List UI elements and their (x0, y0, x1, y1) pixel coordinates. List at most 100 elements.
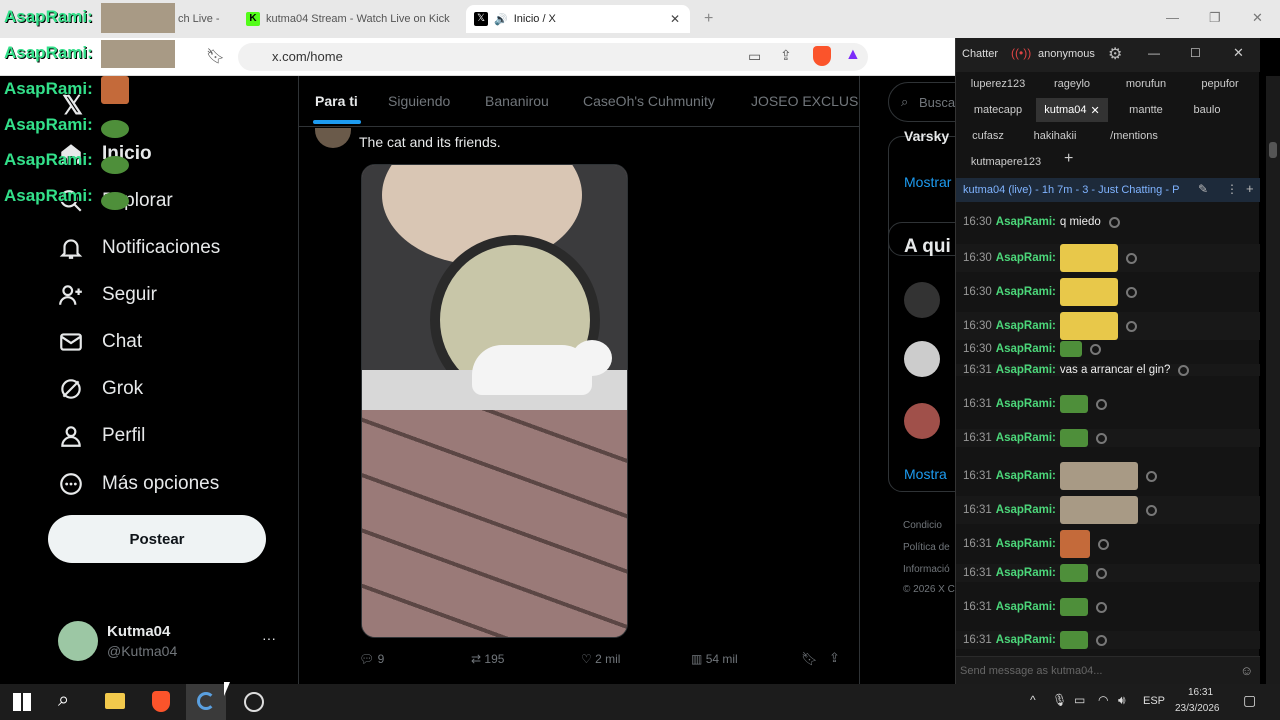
retweet-action[interactable]: ⇄ 195 (471, 652, 504, 666)
tweet-media[interactable] (361, 164, 628, 638)
message-username[interactable]: AsapRami: (996, 601, 1056, 613)
chatterino-taskbar-item[interactable] (186, 684, 226, 720)
reply-icon[interactable] (1108, 216, 1120, 228)
message-username[interactable]: AsapRami: (996, 504, 1056, 516)
footer-link[interactable]: Política de (903, 542, 950, 553)
close-icon[interactable]: ✕ (1233, 45, 1244, 61)
reply-icon[interactable] (1095, 634, 1107, 646)
nav-grok[interactable]: Grok (58, 371, 143, 407)
feed-tab[interactable]: CaseOh's Cuhmunity (583, 93, 715, 109)
feed-tab[interactable]: JOSEO EXCLUSIV (751, 93, 859, 109)
chat-input[interactable]: Send message as kutma04... ☺ (956, 656, 1260, 684)
nav-perfil[interactable]: Perfil (58, 418, 145, 454)
face-emote[interactable] (1059, 530, 1090, 558)
brave-rewards-icon[interactable]: ▲ (845, 46, 861, 64)
pepe-emote[interactable] (1059, 429, 1088, 447)
channel-tab[interactable]: hakihakii (1020, 124, 1090, 148)
message-username[interactable]: AsapRami: (996, 634, 1056, 646)
gear-icon[interactable]: ⚙ (1108, 44, 1122, 64)
message-username[interactable]: AsapRami: (996, 567, 1056, 579)
channel-tab[interactable]: kutmapere123 (962, 150, 1050, 174)
chat-message[interactable]: 16:31 AsapRami: (956, 598, 1260, 616)
reply-icon[interactable] (1178, 364, 1190, 376)
chat-message[interactable]: 16:30 AsapRami: (956, 312, 1260, 340)
tweet-author-avatar[interactable] (315, 128, 351, 148)
wifi-icon[interactable]: ◠ (1098, 693, 1108, 707)
scrollbar[interactable] (1266, 76, 1280, 684)
account-more-icon[interactable]: ··· (262, 630, 276, 646)
avatar[interactable] (58, 621, 98, 661)
reply-icon[interactable] (1145, 504, 1157, 516)
streamer-mode-icon[interactable]: ((•)) (1011, 46, 1031, 60)
nav-notificaciones[interactable]: Notificaciones (58, 230, 220, 266)
obs-icon[interactable] (244, 692, 264, 712)
channel-tab[interactable]: cufasz (962, 124, 1014, 148)
feed-tab[interactable]: Bananirou (485, 93, 549, 109)
tab-x-home[interactable]: 𝕏 🔊 Inicio / X ✕ (466, 5, 690, 33)
tab-kick-stream[interactable]: K kutma04 Stream - Watch Live on Kick (238, 5, 462, 33)
bookmark-icon[interactable]: 🔖︎ (206, 47, 225, 65)
close-tab-icon[interactable]: ✕ (670, 12, 680, 26)
like-action[interactable]: ♡ 2 mil (581, 652, 620, 666)
channel-tab-selected[interactable]: kutma04 ✕ (1036, 98, 1108, 122)
volume-icon[interactable]: 🔊︎ (1118, 693, 1126, 708)
add-tab-button[interactable]: + (1064, 150, 1073, 168)
emoji-icon[interactable]: ☺ (1240, 663, 1253, 678)
chat-message[interactable]: 16:31 AsapRami: vas a arrancar el gin? (956, 364, 1260, 376)
url-field[interactable]: x.com/home (238, 43, 868, 71)
message-username[interactable]: AsapRami: (996, 398, 1056, 410)
chat-message[interactable]: 16:31 AsapRami: (956, 496, 1260, 524)
battery-icon[interactable]: ▭ (1074, 693, 1085, 707)
reply-icon[interactable] (1095, 601, 1107, 613)
reply-icon[interactable] (1145, 470, 1157, 482)
trend-label[interactable]: Varsky (904, 128, 949, 144)
brave-shield-icon[interactable] (813, 46, 831, 66)
show-more-link[interactable]: Mostrar (904, 174, 951, 190)
notification-icon[interactable]: ▢ (1243, 692, 1256, 709)
file-explorer-icon[interactable] (105, 693, 125, 709)
chevron-up-icon[interactable]: ^ (1030, 693, 1036, 707)
channel-tab[interactable]: luperez123 (962, 72, 1034, 96)
message-username[interactable]: AsapRami: (996, 538, 1056, 550)
channel-tab[interactable]: baulo (1184, 98, 1230, 122)
message-username[interactable]: AsapRami: (996, 286, 1056, 298)
cats-emote[interactable] (1059, 462, 1138, 490)
nav-chat[interactable]: Chat (58, 324, 142, 360)
post-button[interactable]: Postear (48, 515, 266, 563)
message-username[interactable]: AsapRami: (996, 320, 1056, 332)
cheems-emote[interactable] (1059, 244, 1118, 272)
bookmark-icon[interactable]: 🔖︎ (801, 651, 818, 667)
views-action[interactable]: ▥ 54 mil (691, 652, 738, 666)
footer-link[interactable]: Informació (903, 564, 950, 575)
pepe-emote[interactable] (1059, 395, 1088, 413)
maximize-icon[interactable]: ☐ (1190, 46, 1201, 60)
reply-icon[interactable] (1125, 320, 1137, 332)
cats-emote[interactable] (1059, 496, 1138, 524)
reply-icon[interactable] (1125, 286, 1137, 298)
channel-tab[interactable]: morufun (1110, 72, 1182, 96)
nav-seguir[interactable]: Seguir (58, 277, 157, 313)
close-window-icon[interactable]: ✕ (1252, 10, 1263, 26)
new-tab-button[interactable]: + (704, 10, 713, 28)
language-indicator[interactable]: ESP (1143, 695, 1165, 707)
chat-message[interactable]: 16:31 AsapRami: (956, 631, 1260, 649)
microphone-icon[interactable]: 🎙︎ (1052, 693, 1067, 707)
chat-message[interactable]: 16:31 AsapRami: (956, 462, 1260, 490)
message-username[interactable]: AsapRami: (996, 216, 1056, 228)
reply-icon[interactable] (1089, 343, 1101, 355)
reply-action[interactable]: 💬︎ 9 (359, 652, 384, 666)
message-username[interactable]: AsapRami: (996, 343, 1056, 355)
maximize-icon[interactable]: ❐ (1209, 10, 1221, 26)
share-icon[interactable]: ⇪ (780, 47, 792, 64)
search-icon[interactable]: ⌕ (58, 689, 69, 712)
avatar[interactable] (904, 403, 940, 439)
show-more-link[interactable]: Mostra (904, 466, 947, 482)
reply-icon[interactable] (1095, 567, 1107, 579)
reply-icon[interactable] (1095, 398, 1107, 410)
edit-icon[interactable]: ✎ (1198, 182, 1208, 196)
channel-tab[interactable]: matecapp (962, 98, 1034, 122)
pepe-emote[interactable] (1059, 631, 1088, 649)
cheems-emote[interactable] (1059, 278, 1118, 306)
channel-tab[interactable]: pepufor (1184, 72, 1256, 96)
minimize-icon[interactable]: — (1166, 10, 1179, 25)
